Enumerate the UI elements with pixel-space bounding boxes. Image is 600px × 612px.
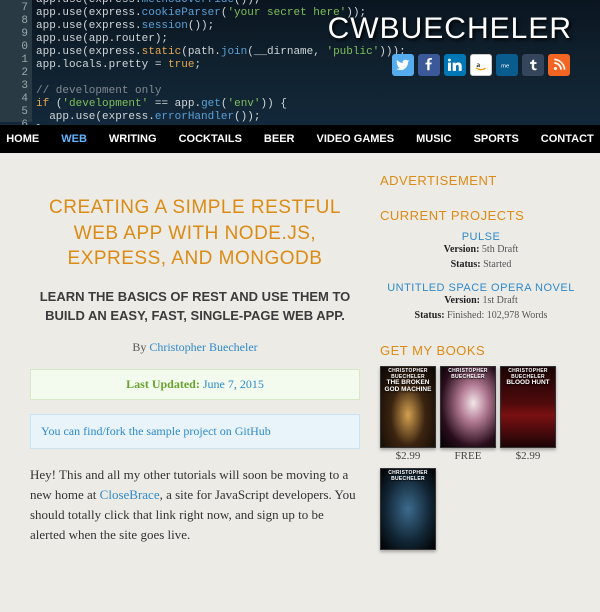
amazon-icon[interactable]: a	[470, 54, 492, 76]
byline: By Christopher Buecheler	[30, 340, 360, 355]
main-nav: HOME WEB WRITING COCKTAILS BEER VIDEO GA…	[0, 125, 600, 153]
book-item[interactable]: CHRISTOPHER BUECHELER	[380, 468, 436, 552]
rss-icon[interactable]	[548, 54, 570, 76]
nav-beer[interactable]: BEER	[264, 134, 295, 145]
book-price: $2.99	[380, 450, 436, 462]
facebook-icon[interactable]	[418, 54, 440, 76]
nav-music[interactable]: MUSIC	[416, 134, 451, 145]
nav-contact[interactable]: CONTACT	[541, 134, 594, 145]
article: CREATING A SIMPLE RESTFUL WEB APP WITH N…	[30, 173, 360, 572]
nav-sports[interactable]: SPORTS	[474, 134, 519, 145]
aboutme-icon[interactable]: me	[496, 54, 518, 76]
nav-cocktails[interactable]: COCKTAILS	[179, 134, 242, 145]
svg-text:me: me	[501, 63, 509, 69]
last-updated: Last Updated: June 7, 2015	[30, 369, 360, 400]
closebrace-link[interactable]: CloseBrace	[100, 487, 160, 502]
project-item: PULSE Version: 5th Draft Status: Started	[380, 231, 582, 272]
nav-home[interactable]: HOME	[6, 134, 39, 145]
book-item[interactable]: CHRISTOPHER BUECHELER FREE	[440, 366, 496, 462]
tumblr-icon[interactable]	[522, 54, 544, 76]
book-item[interactable]: CHRISTOPHER BUECHELERBLOOD HUNT $2.99	[500, 366, 556, 462]
hero-banner: 7890123456 app.use(express.methodOverrid…	[0, 0, 600, 125]
twitter-icon[interactable]	[392, 54, 414, 76]
article-subtitle: LEARN THE BASICS OF REST AND USE THEM TO…	[38, 288, 352, 326]
projects-heading: CURRENT PROJECTS	[380, 208, 582, 223]
project-title-link[interactable]: UNTITLED SPACE OPERA NOVEL	[380, 282, 582, 294]
sidebar: ADVERTISEMENT CURRENT PROJECTS PULSE Ver…	[380, 173, 582, 572]
svg-text:a: a	[476, 60, 480, 69]
ad-heading: ADVERTISEMENT	[380, 173, 582, 188]
book-price: FREE	[440, 450, 496, 462]
intro-paragraph: Hey! This and all my other tutorials wil…	[30, 465, 360, 546]
advertisement-block: ADVERTISEMENT	[380, 173, 582, 188]
nav-web[interactable]: WEB	[61, 134, 87, 145]
nav-writing[interactable]: WRITING	[109, 134, 157, 145]
article-title: CREATING A SIMPLE RESTFUL WEB APP WITH N…	[30, 195, 360, 272]
project-title-link[interactable]: PULSE	[380, 231, 582, 243]
book-price: $2.99	[500, 450, 556, 462]
project-item: UNTITLED SPACE OPERA NOVEL Version: 1st …	[380, 282, 582, 323]
books-block: GET MY BOOKS CHRISTOPHER BUECHELERTHE BR…	[380, 343, 582, 552]
site-title: CWBUECHELER	[328, 12, 572, 46]
linkedin-icon[interactable]	[444, 54, 466, 76]
current-projects-block: CURRENT PROJECTS PULSE Version: 5th Draf…	[380, 208, 582, 323]
social-links: a me	[392, 54, 570, 76]
author-link[interactable]: Christopher Buecheler	[149, 340, 257, 354]
book-item[interactable]: CHRISTOPHER BUECHELERTHE BROKEN GOD MACH…	[380, 366, 436, 462]
nav-video-games[interactable]: VIDEO GAMES	[316, 134, 394, 145]
code-gutter: 7890123456	[0, 0, 32, 122]
books-heading: GET MY BOOKS	[380, 343, 582, 358]
github-link[interactable]: You can find/fork the sample project on …	[30, 414, 360, 449]
